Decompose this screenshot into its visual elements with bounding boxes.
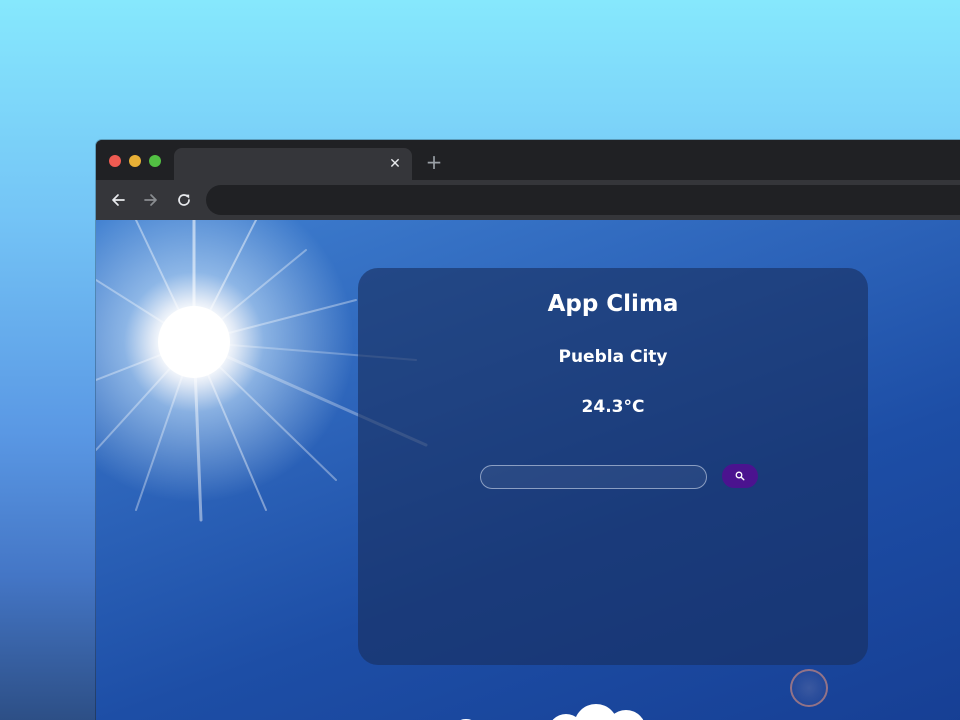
app-title: App Clima — [547, 291, 679, 317]
weather-card: App Clima Puebla City 24.3°C — [358, 268, 868, 665]
browser-toolbar — [96, 180, 960, 220]
reload-icon[interactable] — [172, 188, 196, 212]
city-name: Puebla City — [558, 347, 668, 367]
temperature-value: 24.3°C — [581, 397, 645, 417]
city-search-input[interactable] — [480, 465, 707, 489]
close-window-button[interactable] — [109, 155, 121, 167]
plus-icon[interactable]: + — [424, 152, 444, 172]
search-button[interactable] — [722, 464, 758, 488]
arrow-left-icon[interactable] — [106, 188, 130, 212]
address-bar[interactable] — [206, 185, 960, 215]
browser-tab[interactable]: ✕ — [174, 148, 412, 182]
lens-flare — [790, 669, 828, 707]
tab-strip: ✕ + — [96, 140, 960, 182]
close-icon[interactable]: ✕ — [386, 155, 404, 173]
browser-window: ✕ + App Clima Puebla City 24.3°C — [96, 140, 960, 720]
cloud-image — [460, 704, 644, 720]
search-icon — [735, 469, 745, 484]
page-viewport: App Clima Puebla City 24.3°C — [96, 220, 960, 720]
minimize-window-button[interactable] — [129, 155, 141, 167]
arrow-right-icon[interactable] — [139, 188, 163, 212]
maximize-window-button[interactable] — [149, 155, 161, 167]
